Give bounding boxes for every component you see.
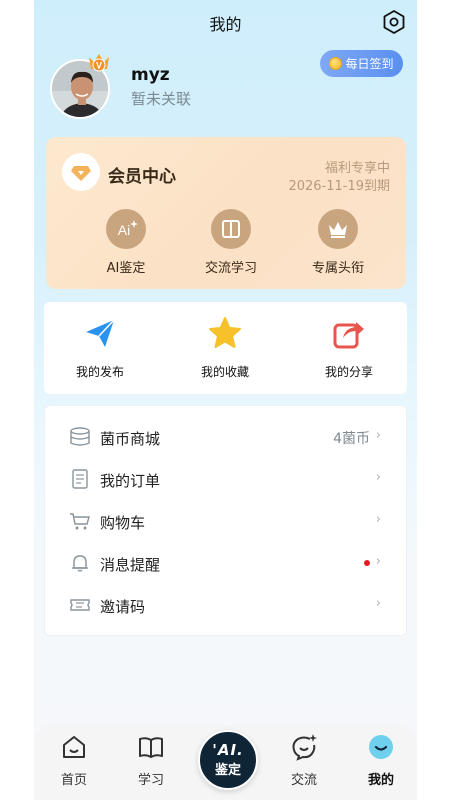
checkin-label: 每日签到: [345, 57, 394, 71]
action-label: 我的分享: [324, 365, 373, 379]
tab-study[interactable]: 学习: [121, 733, 181, 788]
page-title: 我的: [209, 15, 242, 34]
action-label: 我的收藏: [200, 365, 249, 379]
coin-icon: [329, 57, 343, 70]
chat-sparkle-icon: [290, 733, 318, 761]
username: myz: [131, 65, 170, 85]
tab-mine[interactable]: 我的: [351, 733, 411, 788]
tab-label: 交流: [290, 773, 317, 788]
quick-actions-card: 我的发布 我的收藏 我的分享: [44, 302, 407, 394]
vip-title: 会员中心: [108, 167, 176, 187]
profile-section: V myz 暂未关联 每日签到: [34, 50, 417, 130]
tab-ai-line1: 'AI.: [212, 741, 244, 759]
home-icon: [60, 733, 88, 761]
cart-icon: [69, 510, 91, 532]
menu-item-notifications[interactable]: 消息提醒 ›: [45, 542, 408, 584]
coin-balance: 4菌币: [333, 431, 370, 447]
menu-list: 菌币商城 4菌币 › 我的订单 › 购物车 › 消息提醒 › 邀请码 ›: [44, 405, 407, 636]
chevron-right-icon: ›: [375, 512, 381, 527]
tab-exchange[interactable]: 交流: [274, 733, 334, 788]
vip-feature-label: 交流学习: [204, 261, 257, 276]
vip-crown-icon: V: [86, 49, 112, 75]
tab-label: 我的: [367, 773, 394, 788]
chevron-right-icon: ›: [375, 470, 381, 485]
account-link-status[interactable]: 暂未关联: [131, 88, 191, 109]
vip-feature-title[interactable]: 专属头衔: [298, 209, 378, 276]
menu-item-orders[interactable]: 我的订单 ›: [45, 458, 408, 500]
avatar[interactable]: V: [50, 54, 110, 119]
menu-label: 菌币商城: [100, 430, 161, 448]
vip-feature-label: 专属头衔: [311, 261, 364, 276]
chevron-right-icon: ›: [375, 554, 381, 569]
ticket-icon: [69, 594, 91, 616]
settings-icon[interactable]: [381, 9, 407, 35]
my-shares-button[interactable]: 我的分享: [299, 316, 399, 380]
order-icon: [69, 468, 91, 490]
paper-plane-icon: [83, 316, 117, 350]
vip-feature-study[interactable]: 交流学习: [191, 209, 271, 276]
vip-feature-label: AI鉴定: [106, 261, 146, 276]
app-screen: 我的 V myz 暂未关联 每日签到 会员中心 福利专享中 2026-11-19…: [34, 0, 417, 800]
star-icon: [208, 316, 242, 350]
menu-label: 消息提醒: [100, 556, 161, 574]
unread-badge: [364, 560, 370, 566]
menu-item-invite-code[interactable]: 邀请码 ›: [45, 584, 408, 626]
ai-icon: Ai: [106, 209, 146, 249]
svg-text:V: V: [96, 61, 102, 71]
menu-label: 我的订单: [100, 472, 161, 490]
menu-item-cart[interactable]: 购物车 ›: [45, 500, 408, 542]
book-icon: [211, 209, 251, 249]
vip-benefit-status: 福利专享中: [324, 161, 390, 176]
daily-checkin-button[interactable]: 每日签到: [320, 50, 403, 77]
tab-home[interactable]: 首页: [44, 733, 104, 788]
menu-label: 购物车: [100, 514, 146, 532]
svg-text:Ai: Ai: [118, 222, 130, 238]
chevron-right-icon: ›: [375, 596, 381, 611]
coins-icon: [69, 426, 91, 448]
my-favorites-button[interactable]: 我的收藏: [175, 316, 275, 380]
tab-label: 首页: [60, 773, 87, 788]
share-icon: [332, 316, 366, 350]
chevron-right-icon: ›: [375, 428, 381, 443]
smile-face-icon: [367, 733, 395, 761]
vip-feature-ai[interactable]: Ai AI鉴定: [86, 209, 166, 276]
vip-expire-date: 2026-11-19到期: [288, 179, 390, 194]
tab-ai-line2: 鉴定: [214, 763, 241, 778]
top-bar: 我的: [34, 0, 417, 44]
book-icon: [137, 733, 165, 761]
menu-label: 邀请码: [100, 598, 146, 616]
crown-icon: [318, 209, 358, 249]
bottom-tab-bar: 首页 学习 'AI. 鉴定 交流 我的: [34, 725, 417, 800]
tab-label: 学习: [137, 773, 164, 788]
diamond-icon: [62, 153, 100, 191]
tab-ai-identify[interactable]: 'AI. 鉴定: [198, 730, 258, 790]
my-posts-button[interactable]: 我的发布: [50, 316, 150, 380]
vip-center-card[interactable]: 会员中心 福利专享中 2026-11-19到期 Ai AI鉴定 交流学习 专属头…: [46, 137, 406, 289]
menu-item-coin-mall[interactable]: 菌币商城 4菌币 ›: [45, 416, 408, 458]
bell-icon: [69, 552, 91, 574]
action-label: 我的发布: [75, 365, 124, 379]
